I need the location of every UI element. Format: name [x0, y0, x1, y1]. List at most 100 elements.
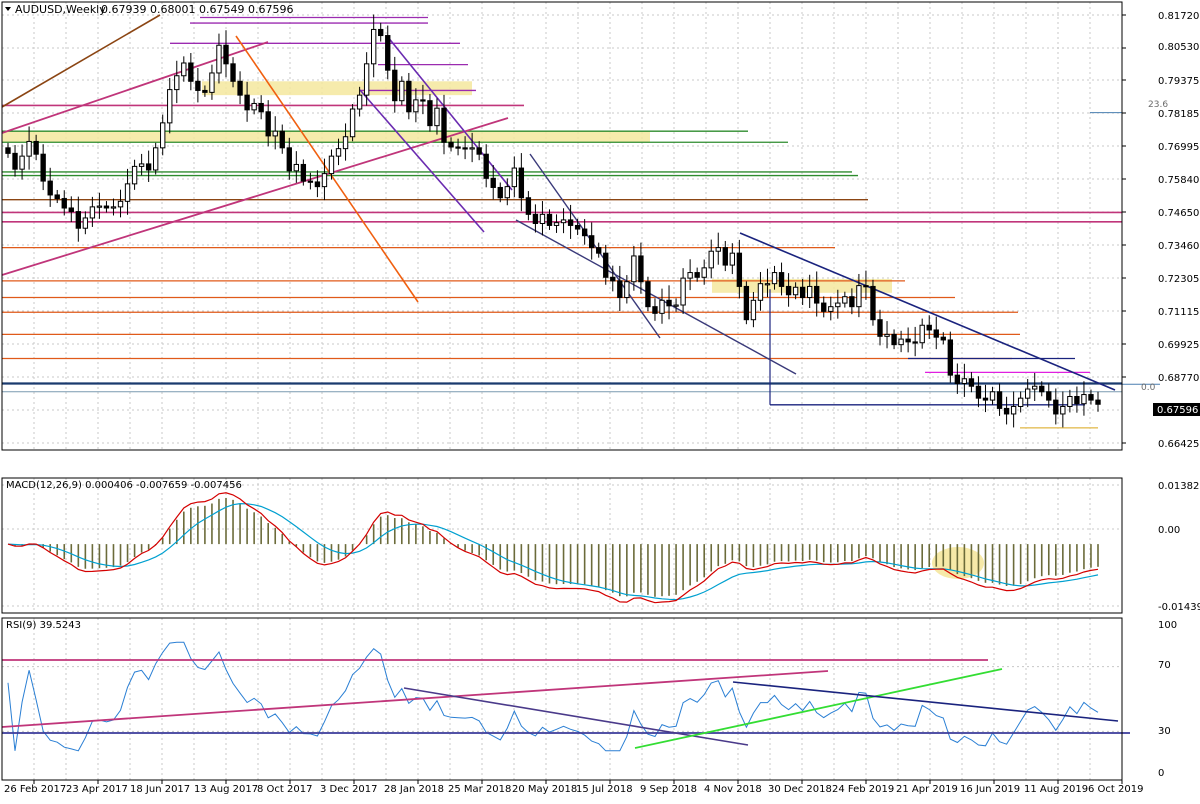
- candle-bear: [518, 167, 525, 199]
- price-tick-label: 0.80530: [1158, 42, 1199, 53]
- candle-bear: [47, 180, 53, 196]
- candle-bear: [378, 28, 384, 37]
- chart-canvas[interactable]: AUDUSD,Weekly 0.67939 0.68001 0.67549 0.…: [0, 0, 1200, 800]
- date-tick-label: 28 Jan 2018: [384, 784, 444, 795]
- candle-bear: [532, 213, 539, 225]
- candle-bull: [1017, 397, 1024, 407]
- candle-bear: [195, 80, 201, 91]
- candle-bull: [160, 122, 166, 149]
- candle-bear: [638, 255, 644, 283]
- candle-bear: [968, 378, 975, 387]
- candle-bear: [814, 285, 820, 304]
- price-tick-label: 0.72305: [1158, 274, 1199, 285]
- candle-bear: [877, 319, 883, 337]
- candle-bear: [75, 211, 82, 229]
- candle-bear: [448, 141, 454, 148]
- date-tick-label: 21 Apr 2019: [896, 784, 958, 795]
- candle-bear: [905, 338, 911, 343]
- candle-bear: [645, 281, 651, 308]
- candle-bull: [117, 200, 124, 208]
- date-tick-label: 15 Jul 2018: [576, 784, 633, 795]
- candle-bear: [581, 228, 588, 237]
- chart-window[interactable]: AUDUSD,Weekly 0.67939 0.68001 0.67549 0.…: [0, 0, 1200, 800]
- rsi-tick-label: 0: [1158, 768, 1164, 779]
- candle-bull: [701, 267, 707, 278]
- candle-bull: [856, 285, 862, 308]
- candle-bear: [244, 94, 250, 111]
- candle-bear: [926, 324, 932, 331]
- candle-bull: [174, 75, 180, 91]
- candle-bear: [940, 336, 946, 341]
- candle-bull: [631, 255, 637, 283]
- price-tick-label: 0.75840: [1158, 175, 1199, 186]
- candle-bull: [1010, 405, 1017, 415]
- candle-bull: [131, 165, 138, 185]
- candle-bull: [884, 333, 890, 337]
- candle-bear: [1003, 407, 1010, 415]
- candle-bull: [680, 277, 686, 306]
- candle-bull: [708, 250, 714, 269]
- candle-bull: [1024, 388, 1031, 399]
- candle-bear: [33, 140, 39, 155]
- candle-bear: [420, 99, 426, 102]
- price-tick-label: 0.74650: [1158, 208, 1199, 219]
- candle-bull: [293, 163, 300, 172]
- candle-bull: [806, 285, 813, 299]
- date-tick-label: 13 Aug 2017: [194, 784, 258, 795]
- candle-bull: [399, 80, 405, 102]
- candle-bull: [209, 72, 215, 93]
- candle-bear: [223, 44, 229, 65]
- date-tick-label: 9 Sep 2018: [640, 784, 697, 795]
- date-tick-label: 25 Mar 2018: [448, 784, 511, 795]
- macd-tick-label: 0.00: [1158, 525, 1180, 536]
- candle-bull: [152, 147, 159, 171]
- fib-label-lower: 0.0: [1141, 383, 1156, 393]
- candle-bull: [539, 213, 546, 225]
- candle-bear: [652, 306, 658, 314]
- candle-bull: [673, 304, 679, 307]
- candle-bull: [1032, 385, 1038, 390]
- candle-bear: [61, 198, 67, 209]
- candle-bear: [891, 333, 897, 346]
- candle-bear: [68, 207, 74, 213]
- candle-bull: [89, 206, 96, 219]
- candle-bull: [181, 62, 187, 77]
- candle-bull: [272, 130, 278, 137]
- date-tick-label: 6 Oct 2019: [1088, 784, 1143, 795]
- candle-bear: [799, 286, 806, 299]
- candle-bull: [757, 283, 764, 301]
- candle-bull: [624, 281, 630, 299]
- candle-bear: [1053, 399, 1059, 415]
- candle-bear: [666, 299, 672, 307]
- candle-bull: [96, 205, 103, 208]
- candle-bear: [314, 181, 321, 188]
- candle-bull: [687, 272, 693, 279]
- date-tick-label: 11 Aug 2019: [1024, 784, 1088, 795]
- candle-bear: [736, 252, 743, 287]
- macd-tick-label: -0.014396: [1158, 602, 1200, 613]
- candle-bull: [342, 136, 349, 150]
- candle-bear: [525, 197, 532, 215]
- candle-bull: [828, 306, 834, 312]
- candle-bear: [12, 152, 18, 170]
- candle-bear: [863, 285, 869, 288]
- candle-bear: [476, 147, 482, 155]
- macd-label: MACD(12,26,9) 0.000406 -0.007659 -0.0074…: [6, 480, 242, 491]
- candle-bull: [511, 167, 518, 188]
- candle-bull: [110, 206, 117, 209]
- candle-bear: [103, 205, 110, 209]
- candle-bear: [286, 147, 292, 172]
- candle-bear: [785, 285, 792, 296]
- price-tick-label: 0.78185: [1158, 109, 1199, 120]
- candle-bull: [835, 302, 841, 308]
- candle-bull: [469, 147, 475, 150]
- candle-bull: [1081, 394, 1087, 405]
- candle-bull: [715, 247, 721, 252]
- candle-bull: [167, 89, 173, 124]
- candle-bear: [821, 302, 827, 312]
- candle-bear: [188, 62, 194, 82]
- candle-bear: [567, 219, 574, 226]
- candle-bear: [385, 35, 391, 71]
- candle-bear: [743, 285, 750, 321]
- candle-bull: [898, 338, 904, 346]
